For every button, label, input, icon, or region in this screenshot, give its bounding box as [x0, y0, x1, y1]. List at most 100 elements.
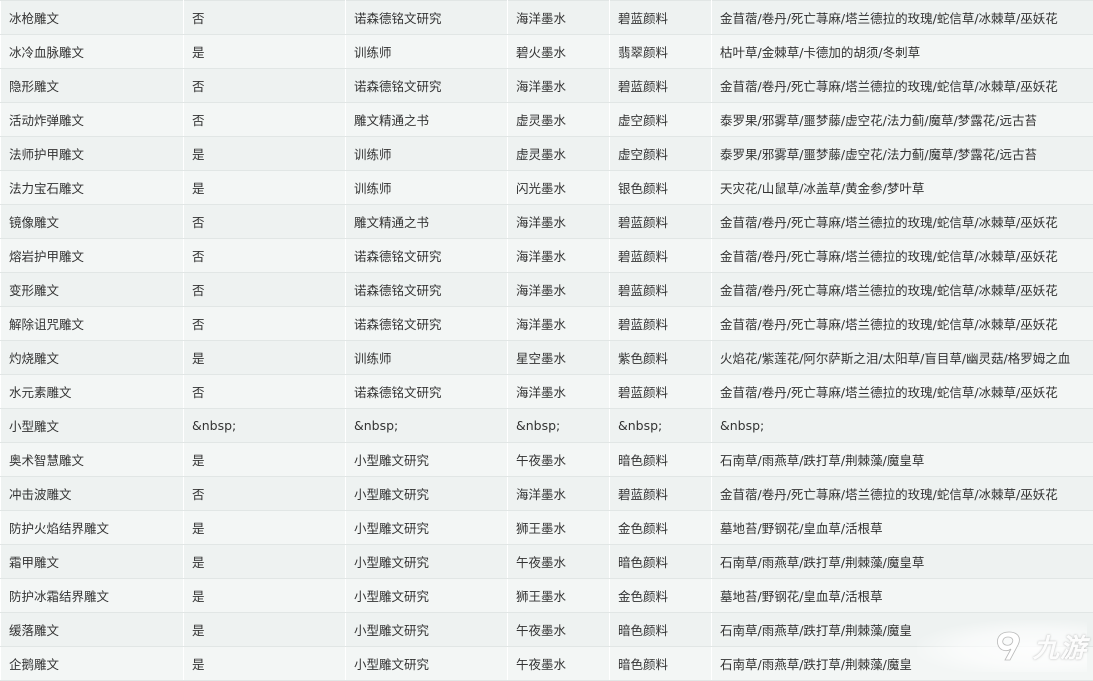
source-cell: 诺森德铭文研究	[346, 239, 508, 273]
herbs-cell: 金苜蓿/卷丹/死亡荨麻/塔兰德拉的玫瑰/蛇信草/冰棘草/巫妖花	[712, 307, 1093, 341]
source-cell: 小型雕文研究	[346, 545, 508, 579]
table-row: 防护冰霜结界雕文是小型雕文研究狮王墨水金色颜料墓地苔/野钢花/皇血草/活根草	[1, 579, 1093, 613]
herbs-cell: 石南草/雨燕草/跌打草/荆棘藻/魔皇草	[712, 443, 1093, 477]
major-flag-cell: 是	[184, 579, 346, 613]
major-flag-cell: 否	[184, 205, 346, 239]
ink-cell: 海洋墨水	[508, 307, 610, 341]
major-flag-cell: 否	[184, 375, 346, 409]
major-flag-cell: 否	[184, 307, 346, 341]
herbs-cell: 金苜蓿/卷丹/死亡荨麻/塔兰德拉的玫瑰/蛇信草/冰棘草/巫妖花	[712, 273, 1093, 307]
table-row: 小型雕文&nbsp;&nbsp;&nbsp;&nbsp;&nbsp;	[1, 409, 1093, 443]
pigment-cell: 暗色颜料	[610, 647, 712, 681]
herbs-cell: 金苜蓿/卷丹/死亡荨麻/塔兰德拉的玫瑰/蛇信草/冰棘草/巫妖花	[712, 205, 1093, 239]
ink-cell: 碧火墨水	[508, 35, 610, 69]
ink-cell: 海洋墨水	[508, 477, 610, 511]
table-row: 熔岩护甲雕文否诺森德铭文研究海洋墨水碧蓝颜料金苜蓿/卷丹/死亡荨麻/塔兰德拉的玫…	[1, 239, 1093, 273]
glyph-table: 冰枪雕文否诺森德铭文研究海洋墨水碧蓝颜料金苜蓿/卷丹/死亡荨麻/塔兰德拉的玫瑰/…	[0, 0, 1093, 681]
pigment-cell: 金色颜料	[610, 511, 712, 545]
herbs-cell: 泰罗果/邪雾草/噩梦藤/虚空花/法力蓟/魔草/梦露花/远古苔	[712, 137, 1093, 171]
major-flag-cell: 是	[184, 647, 346, 681]
herbs-cell: 石南草/雨燕草/跌打草/荆棘藻/魔皇	[712, 613, 1093, 647]
glyph-name-cell: 防护冰霜结界雕文	[1, 579, 184, 613]
table-row: 变形雕文否诺森德铭文研究海洋墨水碧蓝颜料金苜蓿/卷丹/死亡荨麻/塔兰德拉的玫瑰/…	[1, 273, 1093, 307]
pigment-cell: 碧蓝颜料	[610, 477, 712, 511]
glyph-name-cell: 隐形雕文	[1, 69, 184, 103]
glyph-name-cell: 法师护甲雕文	[1, 137, 184, 171]
pigment-cell: 碧蓝颜料	[610, 69, 712, 103]
source-cell: 小型雕文研究	[346, 511, 508, 545]
ink-cell: 午夜墨水	[508, 443, 610, 477]
herbs-cell: 金苜蓿/卷丹/死亡荨麻/塔兰德拉的玫瑰/蛇信草/冰棘草/巫妖花	[712, 1, 1093, 35]
glyph-table-body: 冰枪雕文否诺森德铭文研究海洋墨水碧蓝颜料金苜蓿/卷丹/死亡荨麻/塔兰德拉的玫瑰/…	[1, 1, 1093, 681]
source-cell: 诺森德铭文研究	[346, 1, 508, 35]
table-row: 法师护甲雕文是训练师虚灵墨水虚空颜料泰罗果/邪雾草/噩梦藤/虚空花/法力蓟/魔草…	[1, 137, 1093, 171]
table-row: 冰冷血脉雕文是训练师碧火墨水翡翠颜料枯叶草/金棘草/卡德加的胡须/冬刺草	[1, 35, 1093, 69]
ink-cell: &nbsp;	[508, 409, 610, 443]
pigment-cell: 翡翠颜料	[610, 35, 712, 69]
table-row: 隐形雕文否诺森德铭文研究海洋墨水碧蓝颜料金苜蓿/卷丹/死亡荨麻/塔兰德拉的玫瑰/…	[1, 69, 1093, 103]
herbs-cell: 金苜蓿/卷丹/死亡荨麻/塔兰德拉的玫瑰/蛇信草/冰棘草/巫妖花	[712, 375, 1093, 409]
source-cell: 小型雕文研究	[346, 647, 508, 681]
source-cell: 诺森德铭文研究	[346, 273, 508, 307]
herbs-cell: 石南草/雨燕草/跌打草/荆棘藻/魔皇草	[712, 545, 1093, 579]
herbs-cell: 石南草/雨燕草/跌打草/荆棘藻/魔皇	[712, 647, 1093, 681]
glyph-name-cell: 冲击波雕文	[1, 477, 184, 511]
herbs-cell: 墓地苔/野钢花/皇血草/活根草	[712, 511, 1093, 545]
major-flag-cell: 是	[184, 171, 346, 205]
glyph-name-cell: 霜甲雕文	[1, 545, 184, 579]
source-cell: 诺森德铭文研究	[346, 69, 508, 103]
source-cell: 雕文精通之书	[346, 103, 508, 137]
table-row: 奥术智慧雕文是小型雕文研究午夜墨水暗色颜料石南草/雨燕草/跌打草/荆棘藻/魔皇草	[1, 443, 1093, 477]
pigment-cell: 碧蓝颜料	[610, 205, 712, 239]
pigment-cell: 暗色颜料	[610, 443, 712, 477]
herbs-cell: 金苜蓿/卷丹/死亡荨麻/塔兰德拉的玫瑰/蛇信草/冰棘草/巫妖花	[712, 477, 1093, 511]
table-row: 水元素雕文否诺森德铭文研究海洋墨水碧蓝颜料金苜蓿/卷丹/死亡荨麻/塔兰德拉的玫瑰…	[1, 375, 1093, 409]
herbs-cell: &nbsp;	[712, 409, 1093, 443]
table-row: 法力宝石雕文是训练师闪光墨水银色颜料天灾花/山鼠草/冰盖草/黄金参/梦叶草	[1, 171, 1093, 205]
pigment-cell: 碧蓝颜料	[610, 239, 712, 273]
glyph-name-cell: 活动炸弹雕文	[1, 103, 184, 137]
glyph-name-cell: 小型雕文	[1, 409, 184, 443]
source-cell: 诺森德铭文研究	[346, 375, 508, 409]
table-row: 解除诅咒雕文否诺森德铭文研究海洋墨水碧蓝颜料金苜蓿/卷丹/死亡荨麻/塔兰德拉的玫…	[1, 307, 1093, 341]
ink-cell: 狮王墨水	[508, 579, 610, 613]
major-flag-cell: 是	[184, 443, 346, 477]
source-cell: 小型雕文研究	[346, 477, 508, 511]
glyph-name-cell: 灼烧雕文	[1, 341, 184, 375]
herbs-cell: 金苜蓿/卷丹/死亡荨麻/塔兰德拉的玫瑰/蛇信草/冰棘草/巫妖花	[712, 69, 1093, 103]
source-cell: 小型雕文研究	[346, 579, 508, 613]
ink-cell: 海洋墨水	[508, 375, 610, 409]
table-row: 缓落雕文是小型雕文研究午夜墨水暗色颜料石南草/雨燕草/跌打草/荆棘藻/魔皇	[1, 613, 1093, 647]
table-row: 企鹅雕文是小型雕文研究午夜墨水暗色颜料石南草/雨燕草/跌打草/荆棘藻/魔皇	[1, 647, 1093, 681]
herbs-cell: 金苜蓿/卷丹/死亡荨麻/塔兰德拉的玫瑰/蛇信草/冰棘草/巫妖花	[712, 239, 1093, 273]
pigment-cell: 碧蓝颜料	[610, 273, 712, 307]
ink-cell: 虚灵墨水	[508, 103, 610, 137]
source-cell: 训练师	[346, 341, 508, 375]
ink-cell: 海洋墨水	[508, 239, 610, 273]
pigment-cell: 虚空颜料	[610, 103, 712, 137]
source-cell: 诺森德铭文研究	[346, 307, 508, 341]
herbs-cell: 火焰花/紫莲花/阿尔萨斯之泪/太阳草/盲目草/幽灵菇/格罗姆之血	[712, 341, 1093, 375]
ink-cell: 闪光墨水	[508, 171, 610, 205]
ink-cell: 午夜墨水	[508, 647, 610, 681]
pigment-cell: 金色颜料	[610, 579, 712, 613]
glyph-name-cell: 法力宝石雕文	[1, 171, 184, 205]
glyph-name-cell: 企鹅雕文	[1, 647, 184, 681]
glyph-name-cell: 防护火焰结界雕文	[1, 511, 184, 545]
source-cell: 雕文精通之书	[346, 205, 508, 239]
table-row: 冲击波雕文否小型雕文研究海洋墨水碧蓝颜料金苜蓿/卷丹/死亡荨麻/塔兰德拉的玫瑰/…	[1, 477, 1093, 511]
glyph-name-cell: 水元素雕文	[1, 375, 184, 409]
ink-cell: 虚灵墨水	[508, 137, 610, 171]
glyph-name-cell: 奥术智慧雕文	[1, 443, 184, 477]
ink-cell: 海洋墨水	[508, 1, 610, 35]
ink-cell: 星空墨水	[508, 341, 610, 375]
ink-cell: 海洋墨水	[508, 205, 610, 239]
major-flag-cell: &nbsp;	[184, 409, 346, 443]
glyph-name-cell: 变形雕文	[1, 273, 184, 307]
source-cell: 训练师	[346, 35, 508, 69]
glyph-name-cell: 缓落雕文	[1, 613, 184, 647]
major-flag-cell: 否	[184, 239, 346, 273]
source-cell: 小型雕文研究	[346, 613, 508, 647]
ink-cell: 午夜墨水	[508, 613, 610, 647]
major-flag-cell: 否	[184, 477, 346, 511]
